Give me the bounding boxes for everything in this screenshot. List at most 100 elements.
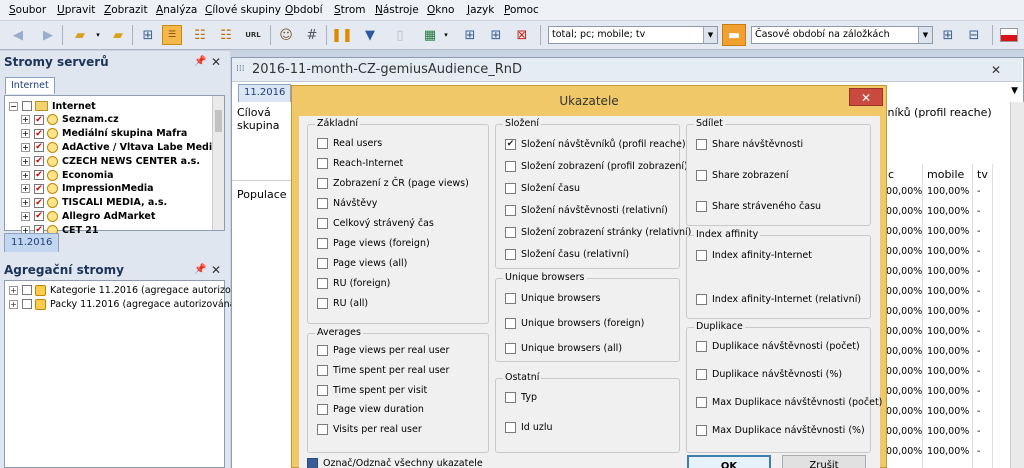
expand-icon[interactable]: +: [21, 170, 30, 180]
checkbox[interactable]: [22, 101, 32, 111]
indicator-checkbox[interactable]: Složení zobrazení (profil zobrazení): [505, 161, 688, 172]
tree-node[interactable]: + ✔ Economia: [21, 168, 114, 182]
indicator-checkbox[interactable]: Page views (foreign): [317, 238, 430, 249]
tree-node[interactable]: + ✔ Allegro AdMarket: [21, 209, 155, 223]
tree-node[interactable]: + ✔ Seznam.cz: [21, 113, 119, 127]
chevron-down-icon[interactable]: ▼: [703, 27, 717, 43]
tab-internet[interactable]: Internet: [5, 77, 55, 94]
period-combo[interactable]: Časové období na záložkách ▼: [751, 26, 933, 44]
add-row-icon[interactable]: ⊟: [964, 25, 984, 45]
indicator-checkbox[interactable]: Id uzlu: [505, 422, 553, 433]
tree-node[interactable]: + ✔ Mediální skupina Mafra: [21, 127, 187, 141]
pause-icon[interactable]: ❚❚: [331, 25, 353, 45]
indicator-checkbox[interactable]: Share návštěvnosti: [696, 139, 803, 150]
indicator-checkbox[interactable]: Time spent per real user: [317, 364, 449, 376]
indicator-checkbox[interactable]: Page views (all): [317, 258, 407, 269]
checkbox[interactable]: ✔: [34, 156, 44, 167]
close-icon[interactable]: ✕: [211, 263, 221, 277]
number-icon[interactable]: #: [302, 25, 322, 45]
indicator-checkbox[interactable]: RU (all): [317, 298, 368, 309]
indicator-checkbox[interactable]: Celkový strávený čas: [317, 218, 434, 229]
checkbox[interactable]: ✔: [34, 142, 44, 153]
expand-icon[interactable]: +: [21, 115, 30, 125]
expand-icon[interactable]: +: [9, 285, 18, 295]
czech-flag-icon[interactable]: [1000, 28, 1018, 42]
aggregate-item[interactable]: + Kategorie 11.2016 (agregace autorizova: [9, 283, 242, 297]
tree-node[interactable]: + ✔ AdActive / Vltava Labe Media: [21, 140, 219, 154]
expand-icon[interactable]: +: [21, 129, 30, 139]
indicator-checkbox[interactable]: Page view duration: [317, 404, 424, 416]
checkbox[interactable]: ✔: [34, 211, 44, 222]
indicator-checkbox[interactable]: Page views per real user: [317, 345, 449, 356]
document-icon[interactable]: ▯: [390, 25, 410, 45]
tab-11-2016[interactable]: 11.2016: [238, 84, 292, 102]
tree-node-root[interactable]: − Internet: [9, 99, 96, 113]
indicator-checkbox[interactable]: Složení času: [505, 183, 580, 194]
menu-pomoc[interactable]: Pomoc: [504, 4, 539, 16]
expand-icon[interactable]: +: [21, 198, 30, 208]
checkbox[interactable]: ✔: [34, 114, 44, 125]
ok-button[interactable]: OK: [687, 455, 771, 468]
tab-11-2016[interactable]: 11.2016: [4, 233, 60, 252]
checkbox[interactable]: ✔: [34, 197, 44, 208]
expand-icon[interactable]: +: [21, 142, 30, 152]
close-icon[interactable]: ✕: [211, 55, 221, 69]
menu-cilove-skupiny[interactable]: Cílové skupiny: [205, 4, 281, 16]
close-icon[interactable]: ✕: [849, 88, 883, 106]
expand-icon[interactable]: +: [21, 156, 30, 166]
pin-icon[interactable]: 📌: [194, 264, 206, 275]
checkbox[interactable]: ✔: [34, 183, 44, 194]
menu-okno[interactable]: Okno: [427, 4, 454, 16]
tree-add-icon[interactable]: ⊞: [486, 25, 506, 45]
tree-node[interactable]: + ✔ ImpressionMedia: [21, 182, 154, 196]
dropdown-icon[interactable]: ▼: [1011, 86, 1018, 96]
close-icon[interactable]: ✕: [991, 63, 1001, 77]
aggregate-item[interactable]: + Packy 11.2016 (agregace autorizována: [9, 297, 236, 311]
excel-dropdown-icon[interactable]: ▾: [436, 25, 456, 45]
filter-icon[interactable]: ▼: [360, 25, 380, 45]
list-icon[interactable]: ☷: [216, 25, 236, 45]
menu-zobrazit[interactable]: Zobrazit: [104, 4, 148, 16]
chevron-down-icon[interactable]: ▼: [918, 27, 932, 43]
indicator-checkbox[interactable]: Unique browsers (foreign): [505, 318, 644, 329]
indicator-checkbox[interactable]: Index afinity-Internet: [696, 250, 812, 261]
menu-upravit[interactable]: Upravit: [57, 4, 95, 16]
indicator-checkbox[interactable]: Share stráveného času: [696, 201, 821, 212]
cancel-button[interactable]: Zrušit: [782, 455, 866, 468]
menu-nastroje[interactable]: Nástroje: [375, 4, 419, 16]
indicator-checkbox[interactable]: Složení návštěvnosti (relativní): [505, 205, 668, 216]
indicator-checkbox[interactable]: Reach-Internet: [317, 158, 403, 169]
indicator-checkbox[interactable]: Složení času (relativní): [505, 249, 629, 260]
indicator-checkbox[interactable]: Zobrazení z ČR (page views): [317, 178, 469, 189]
users-icon[interactable]: ☺: [276, 25, 296, 45]
indicator-checkbox[interactable]: Duplikace návštěvnosti (počet): [696, 341, 860, 352]
indicator-checkbox[interactable]: Typ: [505, 392, 537, 403]
indicator-checkbox[interactable]: Max Duplikace návštěvnosti (počet): [696, 397, 882, 408]
back-icon[interactable]: ◀: [8, 25, 28, 45]
indicator-checkbox[interactable]: Time spent per visit: [317, 384, 427, 396]
indicator-checkbox[interactable]: Duplikace návštěvnosti (%): [696, 369, 842, 380]
checkbox[interactable]: ✔: [34, 128, 44, 139]
checkbox[interactable]: ✔: [34, 170, 44, 180]
indicator-checkbox[interactable]: Návštěvy: [317, 198, 377, 209]
checkbox[interactable]: [22, 285, 32, 295]
scrollbar[interactable]: [1010, 102, 1024, 468]
tree-remove-icon[interactable]: ⊠: [512, 25, 532, 45]
menu-strom[interactable]: Strom: [334, 4, 366, 16]
select-all-checkbox[interactable]: Označ/Odznač všechny ukazatele: [307, 458, 483, 468]
tree-node[interactable]: + ✔ CZECH NEWS CENTER a.s.: [21, 154, 200, 168]
add-column-icon[interactable]: ⊞: [938, 25, 958, 45]
indicator-checkbox[interactable]: Share zobrazení: [696, 170, 788, 181]
pin-icon[interactable]: 📌: [194, 56, 206, 67]
menu-jazyk[interactable]: Jazyk: [467, 4, 494, 16]
forward-icon[interactable]: ▶: [38, 25, 58, 45]
open-folder-icon[interactable]: ▰: [70, 25, 90, 45]
indicator-checkbox[interactable]: Složení zobrazení stránky (relativní): [505, 227, 691, 238]
period-icon[interactable]: ▬: [722, 24, 746, 46]
expand-icon[interactable]: +: [9, 299, 18, 309]
expand-icon[interactable]: +: [21, 211, 30, 221]
numbered-list-icon[interactable]: ☰: [162, 25, 182, 45]
tree-node[interactable]: + ✔ TISCALI MEDIA, a.s.: [21, 196, 167, 210]
menu-obdobi[interactable]: Období: [285, 4, 323, 16]
indicator-checkbox[interactable]: Max Duplikace návštěvnosti (%): [696, 425, 865, 436]
